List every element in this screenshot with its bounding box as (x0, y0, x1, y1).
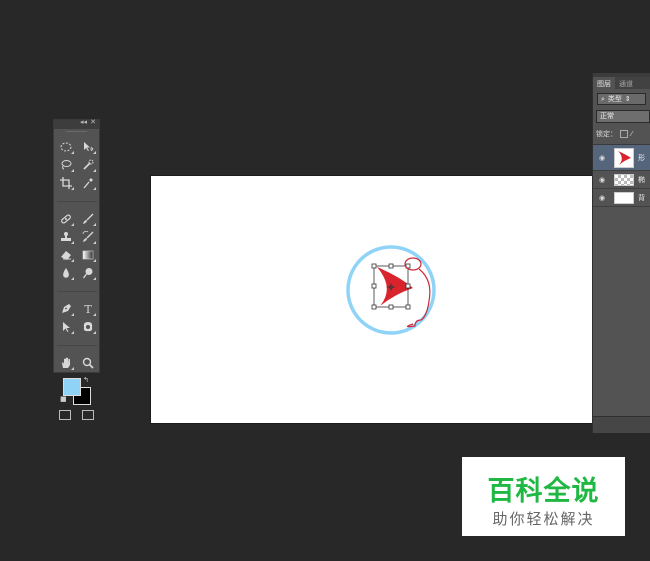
watermark-logo: 百科全说 助你轻松解决 (462, 457, 625, 536)
layer-name: 背 (638, 193, 645, 202)
chevron-updown-icon: ⇕ (624, 95, 631, 103)
quick-selection-tool[interactable] (77, 156, 99, 174)
collapse-icon[interactable]: ◂◂ (80, 118, 87, 126)
swap-colors-icon[interactable]: ↰ (83, 376, 89, 384)
layer-thumbnail (614, 173, 634, 186)
move-tool[interactable] (77, 138, 99, 156)
watermark-title: 百科全说 (487, 476, 600, 507)
lock-label: 锁定： (596, 130, 617, 138)
layers-panel-tabs: 图层 通道 (593, 77, 650, 89)
history-brush-tool[interactable] (77, 228, 99, 246)
spot-healing-tool[interactable] (55, 210, 77, 228)
blend-mode-dropdown[interactable]: 正常 (596, 110, 650, 123)
clone-stamp-tool[interactable] (55, 228, 77, 246)
document-canvas[interactable] (151, 176, 592, 423)
layer-filter-label: 类型 (607, 95, 622, 103)
tool-separator (57, 344, 97, 346)
layer-row-shape[interactable]: ◉ 形 (593, 145, 650, 171)
tool-separator (57, 290, 97, 292)
layer-filter-dropdown[interactable]: ⌕ 类型 ⇕ (597, 93, 646, 105)
foreground-color-swatch[interactable] (63, 378, 81, 396)
visibility-eye-icon[interactable]: ◉ (598, 194, 606, 202)
screen-mode-icon[interactable] (81, 410, 94, 420)
zoom-tool[interactable] (77, 354, 99, 372)
brush-tool[interactable] (77, 210, 99, 228)
layer-name: 椭 (638, 175, 645, 184)
layer-name: 形 (638, 153, 645, 162)
type-tool[interactable]: T (77, 300, 99, 318)
elliptical-marquee-tool[interactable] (55, 138, 77, 156)
visibility-eye-icon[interactable]: ◉ (598, 154, 606, 162)
layers-panel: 图层 通道 ⌕ 类型 ⇕ 正常 锁定： ⁄ ◉ 形 ◉ 椭 ◉ 背 (592, 73, 650, 433)
hand-tool[interactable] (55, 354, 77, 372)
gradient-tool[interactable] (77, 246, 99, 264)
custom-shape-tool[interactable] (77, 318, 99, 336)
zoom-icon (82, 357, 94, 369)
search-icon: ⌕ (601, 94, 605, 103)
canvas-artwork (346, 245, 436, 335)
lock-transparency-icon[interactable] (620, 130, 628, 138)
mode-row (54, 408, 99, 420)
close-icon[interactable]: ✕ (90, 118, 96, 126)
lock-pixels-icon[interactable]: ⁄ (631, 130, 632, 138)
default-colors-icon[interactable]: ■ (60, 395, 67, 403)
pen-tool[interactable] (55, 300, 77, 318)
crop-tool[interactable] (55, 174, 77, 192)
watermark-subtitle: 助你轻松解决 (492, 510, 595, 528)
layer-row-background[interactable]: ◉ 背 (593, 189, 650, 207)
layers-list: ◉ 形 ◉ 椭 ◉ 背 (593, 144, 650, 207)
tool-separator (57, 200, 97, 202)
eraser-tool[interactable] (55, 246, 77, 264)
tab-channels[interactable]: 通道 (615, 77, 637, 89)
tools-panel-header[interactable]: ◂◂ ✕ (54, 118, 99, 129)
lasso-tool[interactable] (55, 156, 77, 174)
lock-row: 锁定： ⁄ (596, 129, 650, 139)
layer-thumbnail (614, 147, 634, 168)
tool-grid: T (54, 137, 99, 372)
type-icon: T (84, 302, 92, 316)
tools-panel: ◂◂ ✕ T ↰ ■ (53, 118, 100, 420)
color-swatches: ↰ ■ (54, 374, 99, 408)
layer-thumbnail (614, 191, 634, 204)
blur-tool[interactable] (55, 264, 77, 282)
path-selection-tool[interactable] (55, 318, 77, 336)
layers-panel-footer (593, 416, 650, 433)
dodge-tool[interactable] (77, 264, 99, 282)
tab-layers[interactable]: 图层 (593, 77, 615, 89)
layer-row-ellipse[interactable]: ◉ 椭 (593, 171, 650, 189)
eyedropper-tool[interactable] (77, 174, 99, 192)
quick-mask-icon[interactable] (59, 410, 72, 420)
visibility-eye-icon[interactable]: ◉ (598, 176, 606, 184)
